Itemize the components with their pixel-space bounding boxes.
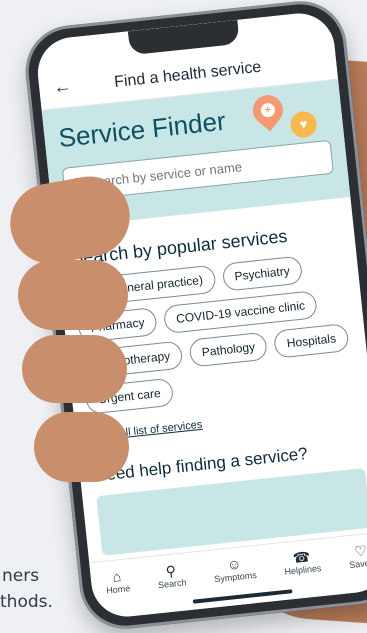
person-icon: ☺ [226, 555, 243, 573]
chip-pathology[interactable]: Pathology [188, 331, 269, 368]
heart-icon: ♡ [353, 542, 367, 560]
chip-psychiatry[interactable]: Psychiatry [221, 255, 304, 292]
hand-finger-2 [22, 335, 127, 403]
hand-finger-1 [18, 260, 128, 330]
back-arrow-icon[interactable]: ← [52, 75, 80, 99]
tab-saved[interactable]: ♡ Saved [347, 542, 367, 570]
search-input[interactable] [85, 149, 325, 192]
home-icon: ⌂ [111, 568, 122, 585]
hand-finger-3 [34, 412, 129, 482]
phone-icon: ☎ [292, 548, 312, 566]
tab-search[interactable]: ⚲ Search [156, 561, 187, 590]
background-text-1: ners [2, 566, 40, 586]
tab-symptoms[interactable]: ☺ Symptoms [212, 554, 257, 584]
home-indicator [192, 589, 293, 604]
tab-home[interactable]: ⌂ Home [104, 567, 131, 596]
tab-helplines[interactable]: ☎ Helplines [282, 547, 322, 577]
background-text-2: thods. [0, 592, 53, 612]
chip-hospitals[interactable]: Hospitals [273, 323, 350, 359]
search-icon: ⚲ [164, 562, 177, 580]
